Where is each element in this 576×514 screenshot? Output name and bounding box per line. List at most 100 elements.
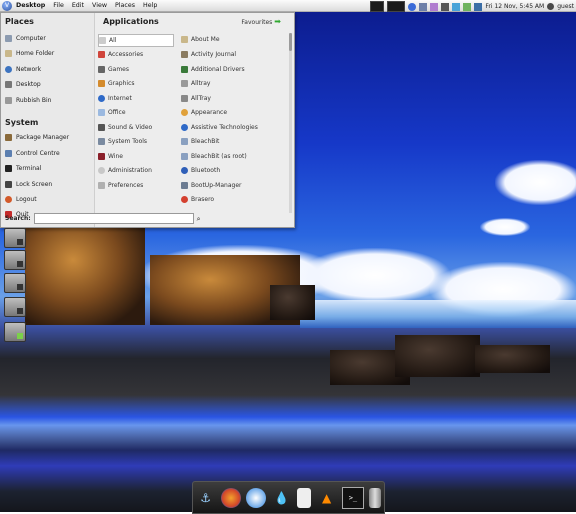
- terminal-icon[interactable]: >_: [341, 486, 364, 509]
- launcher-downloads[interactable]: [4, 322, 26, 342]
- sea: [300, 300, 576, 328]
- system-logout[interactable]: Logout: [5, 194, 37, 204]
- search-label: Search:: [5, 215, 31, 222]
- bleachbit-icon: [181, 153, 188, 160]
- download-icon: [17, 333, 23, 339]
- cloud: [300, 248, 450, 303]
- user-icon: [547, 3, 555, 10]
- vlc-icon[interactable]: ▲: [317, 488, 337, 508]
- user-name[interactable]: guest: [557, 3, 574, 10]
- category-accessories[interactable]: Accessories: [98, 49, 172, 60]
- wine-icon: [98, 153, 105, 160]
- app-item[interactable]: Bluetooth: [181, 165, 281, 176]
- rock: [395, 335, 480, 377]
- cloud: [480, 218, 530, 236]
- menu-desktop[interactable]: Desktop: [16, 2, 45, 9]
- search-input[interactable]: [33, 213, 194, 224]
- battery-icon[interactable]: [463, 2, 472, 11]
- menu-edit[interactable]: Edit: [72, 2, 84, 9]
- workspace-switcher-icon[interactable]: [387, 1, 406, 12]
- mail-icon[interactable]: [452, 2, 461, 11]
- dock: ⚓ 💧 ▲ >_: [192, 481, 385, 514]
- brasero-icon: [181, 196, 188, 203]
- launcher-folder[interactable]: [4, 273, 26, 293]
- appearance-icon: [181, 109, 188, 116]
- system-tray: Fri 12 Nov, 5:45 AM guest: [370, 1, 574, 12]
- applications-pane: Applications Favourites ➡ All Accessories…: [95, 13, 293, 227]
- category-system-tools[interactable]: System Tools: [98, 136, 172, 147]
- menu-file[interactable]: File: [53, 2, 64, 9]
- system-control-centre[interactable]: Control Centre: [5, 148, 60, 158]
- menu-help[interactable]: Help: [143, 2, 157, 9]
- app-item[interactable]: BleachBit: [181, 136, 281, 147]
- menu-logo-icon[interactable]: V: [2, 0, 12, 11]
- search-icon[interactable]: ⌕: [197, 215, 205, 223]
- app-item[interactable]: Appearance: [181, 107, 281, 118]
- app-item[interactable]: Assistive Technologies: [181, 122, 281, 133]
- top-panel: V Desktop File Edit View Places Help Fri…: [0, 0, 576, 12]
- app-item[interactable]: Brasero: [181, 194, 281, 205]
- category-office[interactable]: Office: [98, 107, 172, 118]
- category-administration[interactable]: Administration: [98, 165, 172, 176]
- application-menu: Places Computer Home Folder Network Desk…: [0, 12, 295, 228]
- category-games[interactable]: Games: [98, 64, 172, 75]
- administration-icon: [98, 167, 105, 174]
- volume-icon[interactable]: [441, 2, 450, 11]
- thunderbird-icon[interactable]: [246, 487, 267, 508]
- bluetooth-icon[interactable]: [408, 2, 417, 11]
- trash-icon: [5, 96, 12, 104]
- launcher-documents[interactable]: [4, 228, 26, 248]
- place-rubbish-bin[interactable]: Rubbish Bin: [5, 95, 51, 105]
- desktop-icon: [5, 80, 12, 88]
- menu-scrollbar[interactable]: [289, 33, 292, 213]
- additional-drivers-icon: [181, 66, 188, 73]
- place-home-folder[interactable]: Home Folder: [5, 48, 54, 58]
- category-wine[interactable]: Wine: [98, 151, 172, 162]
- app-item[interactable]: BleachBit (as root): [181, 151, 281, 162]
- network-icon[interactable]: [419, 2, 428, 11]
- arrow-right-icon: ➡: [274, 17, 281, 26]
- category-sound-video[interactable]: Sound & Video: [98, 122, 172, 133]
- games-icon: [98, 66, 105, 73]
- app-item[interactable]: About Me: [181, 34, 281, 45]
- screen-icon[interactable]: [474, 2, 483, 11]
- system-package-manager[interactable]: Package Manager: [5, 132, 69, 142]
- launcher-spreadsheet[interactable]: [4, 297, 26, 317]
- place-computer[interactable]: Computer: [5, 33, 46, 43]
- ipod-icon[interactable]: [297, 487, 312, 508]
- launcher-audio[interactable]: [4, 250, 26, 270]
- rock: [475, 345, 550, 373]
- chat-icon[interactable]: [430, 2, 439, 11]
- folder-icon: [17, 284, 23, 290]
- app-item[interactable]: Additional Drivers: [181, 64, 281, 75]
- shore-reflection: [0, 395, 576, 450]
- menu-view[interactable]: View: [92, 2, 107, 9]
- app-item[interactable]: AllTray: [181, 93, 281, 104]
- scrollbar-thumb[interactable]: [289, 33, 292, 51]
- system-lock-screen[interactable]: Lock Screen: [5, 179, 52, 189]
- app-item[interactable]: Alltray: [181, 78, 281, 89]
- places-pane: Places Computer Home Folder Network Desk…: [1, 13, 95, 227]
- water-drop-icon[interactable]: 💧: [272, 488, 292, 508]
- anchor-icon[interactable]: ⚓: [196, 488, 216, 508]
- system-terminal[interactable]: Terminal: [5, 163, 41, 173]
- firefox-icon[interactable]: [221, 487, 242, 508]
- menu-places[interactable]: Places: [115, 2, 135, 9]
- favourites-link[interactable]: Favourites ➡: [241, 18, 281, 26]
- package-icon: [5, 133, 12, 141]
- trash-icon[interactable]: [369, 487, 382, 508]
- app-item[interactable]: Activity Journal: [181, 49, 281, 60]
- terminal-icon: [5, 164, 12, 172]
- logout-icon: [5, 195, 12, 203]
- category-all[interactable]: All: [98, 34, 174, 47]
- category-preferences[interactable]: Preferences: [98, 180, 172, 191]
- place-network[interactable]: Network: [5, 64, 41, 74]
- place-desktop[interactable]: Desktop: [5, 79, 41, 89]
- workspace-switcher-icon[interactable]: [370, 1, 385, 12]
- category-graphics[interactable]: Graphics: [98, 78, 172, 89]
- app-item[interactable]: BootUp-Manager: [181, 180, 281, 191]
- rock: [270, 285, 315, 320]
- category-internet[interactable]: Internet: [98, 93, 172, 104]
- clock[interactable]: Fri 12 Nov, 5:45 AM: [485, 3, 544, 10]
- activity-journal-icon: [181, 51, 188, 58]
